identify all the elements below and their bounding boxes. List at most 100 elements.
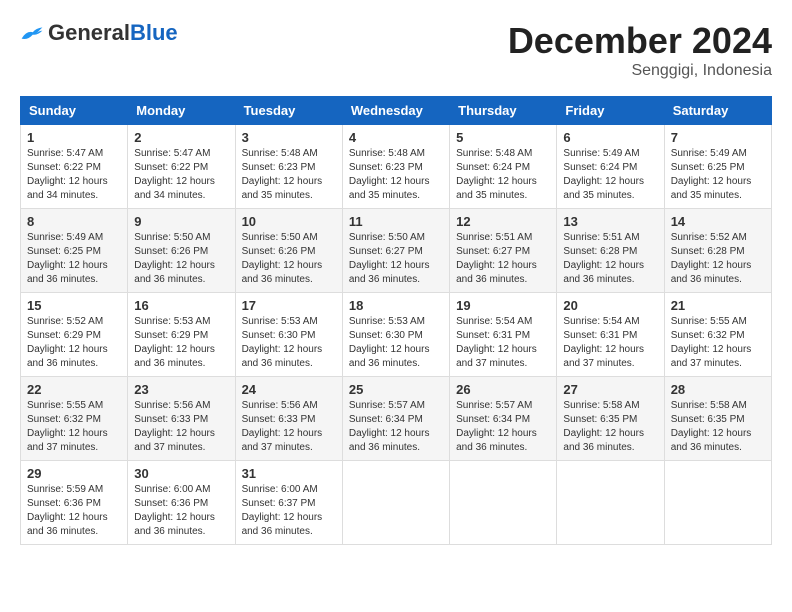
- day-number: 27: [563, 382, 657, 397]
- cell-content: Sunrise: 5:53 AMSunset: 6:30 PMDaylight:…: [349, 315, 443, 371]
- day-number: 20: [563, 298, 657, 313]
- calendar-cell: 20Sunrise: 5:54 AMSunset: 6:31 PMDayligh…: [557, 293, 664, 377]
- cell-content: Sunrise: 5:52 AMSunset: 6:28 PMDaylight:…: [671, 231, 765, 287]
- weekday-header: Wednesday: [342, 97, 449, 125]
- day-number: 15: [27, 298, 121, 313]
- calendar-cell: [342, 461, 449, 545]
- day-number: 26: [456, 382, 550, 397]
- cell-content: Sunrise: 5:57 AMSunset: 6:34 PMDaylight:…: [349, 399, 443, 455]
- calendar-cell: 30 Sunrise: 6:00 AMSunset: 6:36 PMDayligh…: [128, 461, 235, 545]
- weekday-header: Sunday: [21, 97, 128, 125]
- logo-text: GeneralBlue: [48, 20, 178, 46]
- day-number: 11: [349, 214, 443, 229]
- calendar-cell: 12 Sunrise: 5:51 AMSunset: 6:27 PMDayligh…: [450, 209, 557, 293]
- calendar-cell: 13 Sunrise: 5:51 AMSunset: 6:28 PMDayligh…: [557, 209, 664, 293]
- day-number: 24: [242, 382, 336, 397]
- cell-content: Sunrise: 5:55 AMSunset: 6:32 PMDaylight:…: [27, 399, 121, 455]
- cell-content: Sunrise: 5:49 AMSunset: 6:25 PMDaylight:…: [27, 231, 121, 287]
- calendar-cell: 16 Sunrise: 5:53 AMSunset: 6:29 PMDayligh…: [128, 293, 235, 377]
- cell-content: Sunrise: 5:49 AMSunset: 6:24 PMDaylight:…: [563, 147, 657, 203]
- calendar-cell: 23 Sunrise: 5:56 AMSunset: 6:33 PMDayligh…: [128, 377, 235, 461]
- calendar-cell: 31 Sunrise: 6:00 AMSunset: 6:37 PMDayligh…: [235, 461, 342, 545]
- cell-content: Sunrise: 5:50 AMSunset: 6:27 PMDaylight:…: [349, 231, 443, 287]
- day-number: 6: [563, 130, 657, 145]
- calendar-cell: 6 Sunrise: 5:49 AMSunset: 6:24 PMDaylight…: [557, 125, 664, 209]
- day-number: 23: [134, 382, 228, 397]
- title-area: December 2024 Senggigi, Indonesia: [508, 20, 772, 80]
- weekday-header: Thursday: [450, 97, 557, 125]
- cell-content: Sunrise: 5:58 AMSunset: 6:35 PMDaylight:…: [563, 399, 657, 455]
- day-number: 14: [671, 214, 765, 229]
- day-number: 1: [27, 130, 121, 145]
- calendar-cell: 8 Sunrise: 5:49 AMSunset: 6:25 PMDaylight…: [21, 209, 128, 293]
- day-number: 3: [242, 130, 336, 145]
- logo: GeneralBlue: [20, 20, 178, 46]
- cell-content: Sunrise: 5:53 AMSunset: 6:29 PMDaylight:…: [134, 315, 228, 371]
- calendar-cell: 9 Sunrise: 5:50 AMSunset: 6:26 PMDaylight…: [128, 209, 235, 293]
- day-number: 4: [349, 130, 443, 145]
- day-number: 31: [242, 466, 336, 481]
- cell-content: Sunrise: 5:56 AMSunset: 6:33 PMDaylight:…: [134, 399, 228, 455]
- calendar-cell: 5Sunrise: 5:48 AMSunset: 6:24 PMDaylight…: [450, 125, 557, 209]
- day-number: 19: [456, 298, 550, 313]
- calendar-cell: 10 Sunrise: 5:50 AMSunset: 6:26 PMDayligh…: [235, 209, 342, 293]
- calendar-cell: 11 Sunrise: 5:50 AMSunset: 6:27 PMDayligh…: [342, 209, 449, 293]
- page-header: GeneralBlue December 2024 Senggigi, Indo…: [20, 20, 772, 80]
- calendar-cell: [450, 461, 557, 545]
- calendar-cell: 19 Sunrise: 5:54 AMSunset: 6:31 PMDayligh…: [450, 293, 557, 377]
- day-number: 8: [27, 214, 121, 229]
- day-number: 28: [671, 382, 765, 397]
- day-number: 9: [134, 214, 228, 229]
- calendar-cell: 3Sunrise: 5:48 AMSunset: 6:23 PMDaylight…: [235, 125, 342, 209]
- day-number: 29: [27, 466, 121, 481]
- calendar-cell: 22 Sunrise: 5:55 AMSunset: 6:32 PMDayligh…: [21, 377, 128, 461]
- month-title: December 2024: [508, 20, 772, 62]
- cell-content: Sunrise: 5:54 AMSunset: 6:31 PMDaylight:…: [456, 315, 550, 371]
- cell-content: Sunrise: 6:00 AMSunset: 6:37 PMDaylight:…: [242, 483, 336, 539]
- calendar-cell: 29 Sunrise: 5:59 AMSunset: 6:36 PMDayligh…: [21, 461, 128, 545]
- cell-content: Sunrise: 5:56 AMSunset: 6:33 PMDaylight:…: [242, 399, 336, 455]
- day-number: 30: [134, 466, 228, 481]
- day-number: 25: [349, 382, 443, 397]
- calendar-cell: 26Sunrise: 5:57 AMSunset: 6:34 PMDayligh…: [450, 377, 557, 461]
- cell-content: Sunrise: 5:51 AMSunset: 6:28 PMDaylight:…: [563, 231, 657, 287]
- calendar-cell: 17Sunrise: 5:53 AMSunset: 6:30 PMDayligh…: [235, 293, 342, 377]
- cell-content: Sunrise: 5:49 AMSunset: 6:25 PMDaylight:…: [671, 147, 765, 203]
- calendar-week-row: 8 Sunrise: 5:49 AMSunset: 6:25 PMDaylight…: [21, 209, 772, 293]
- day-number: 22: [27, 382, 121, 397]
- day-number: 16: [134, 298, 228, 313]
- calendar-cell: 14 Sunrise: 5:52 AMSunset: 6:28 PMDayligh…: [664, 209, 771, 293]
- weekday-header: Friday: [557, 97, 664, 125]
- cell-content: Sunrise: 5:51 AMSunset: 6:27 PMDaylight:…: [456, 231, 550, 287]
- cell-content: Sunrise: 6:00 AMSunset: 6:36 PMDaylight:…: [134, 483, 228, 539]
- cell-content: Sunrise: 5:50 AMSunset: 6:26 PMDaylight:…: [242, 231, 336, 287]
- calendar-week-row: 15 Sunrise: 5:52 AMSunset: 6:29 PMDayligh…: [21, 293, 772, 377]
- cell-content: Sunrise: 5:59 AMSunset: 6:36 PMDaylight:…: [27, 483, 121, 539]
- calendar-week-row: 22 Sunrise: 5:55 AMSunset: 6:32 PMDayligh…: [21, 377, 772, 461]
- day-number: 21: [671, 298, 765, 313]
- day-number: 5: [456, 130, 550, 145]
- weekday-header: Monday: [128, 97, 235, 125]
- day-number: 12: [456, 214, 550, 229]
- cell-content: Sunrise: 5:48 AMSunset: 6:23 PMDaylight:…: [349, 147, 443, 203]
- cell-content: Sunrise: 5:50 AMSunset: 6:26 PMDaylight:…: [134, 231, 228, 287]
- day-number: 2: [134, 130, 228, 145]
- calendar-table: SundayMondayTuesdayWednesdayThursdayFrid…: [20, 96, 772, 545]
- logo-bird-icon: [20, 24, 44, 42]
- calendar-cell: 18Sunrise: 5:53 AMSunset: 6:30 PMDayligh…: [342, 293, 449, 377]
- calendar-cell: 1 Sunrise: 5:47 AMSunset: 6:22 PMDaylight…: [21, 125, 128, 209]
- cell-content: Sunrise: 5:47 AMSunset: 6:22 PMDaylight:…: [27, 147, 121, 203]
- cell-content: Sunrise: 5:47 AMSunset: 6:22 PMDaylight:…: [134, 147, 228, 203]
- calendar-cell: 25 Sunrise: 5:57 AMSunset: 6:34 PMDayligh…: [342, 377, 449, 461]
- cell-content: Sunrise: 5:58 AMSunset: 6:35 PMDaylight:…: [671, 399, 765, 455]
- day-number: 13: [563, 214, 657, 229]
- cell-content: Sunrise: 5:52 AMSunset: 6:29 PMDaylight:…: [27, 315, 121, 371]
- calendar-cell: 2 Sunrise: 5:47 AMSunset: 6:22 PMDaylight…: [128, 125, 235, 209]
- day-number: 10: [242, 214, 336, 229]
- calendar-cell: 27 Sunrise: 5:58 AMSunset: 6:35 PMDayligh…: [557, 377, 664, 461]
- calendar-week-row: 1 Sunrise: 5:47 AMSunset: 6:22 PMDaylight…: [21, 125, 772, 209]
- weekday-header: Saturday: [664, 97, 771, 125]
- calendar-cell: 15 Sunrise: 5:52 AMSunset: 6:29 PMDayligh…: [21, 293, 128, 377]
- calendar-header-row: SundayMondayTuesdayWednesdayThursdayFrid…: [21, 97, 772, 125]
- location: Senggigi, Indonesia: [508, 62, 772, 80]
